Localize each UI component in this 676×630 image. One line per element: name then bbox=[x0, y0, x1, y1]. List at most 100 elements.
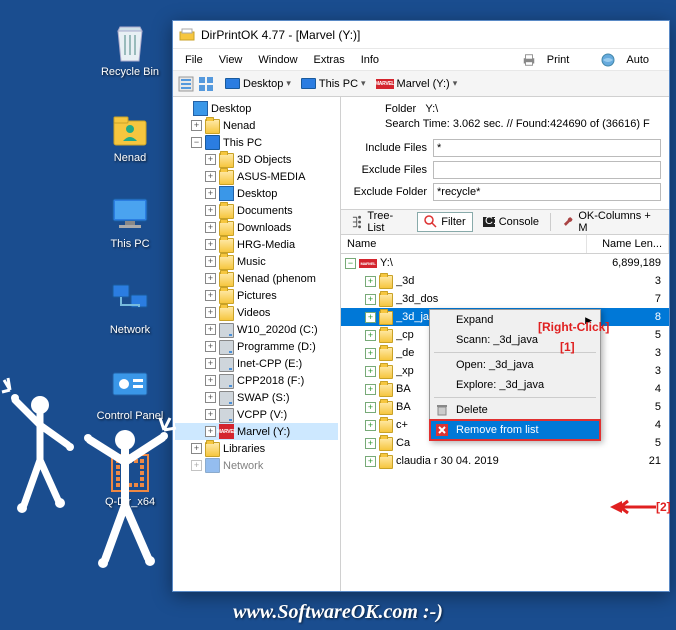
expand-icon[interactable]: + bbox=[205, 341, 216, 352]
toolbar-button-1[interactable] bbox=[177, 75, 195, 93]
expand-icon[interactable]: + bbox=[205, 426, 216, 437]
tree-node[interactable]: +ASUS-MEDIA bbox=[175, 168, 338, 185]
desktop-icon bbox=[225, 78, 240, 89]
breadcrumb-desktop[interactable]: Desktop▾ bbox=[221, 77, 295, 91]
list-row[interactable]: +_3d_dos7 bbox=[341, 290, 669, 308]
breadcrumb-thispc[interactable]: This PC▾ bbox=[297, 77, 370, 91]
expand-icon[interactable]: + bbox=[365, 294, 376, 305]
expand-icon[interactable]: + bbox=[191, 120, 202, 131]
expand-icon[interactable]: + bbox=[365, 312, 376, 323]
tree-node-libraries[interactable]: +Libraries bbox=[175, 440, 338, 457]
menu-print[interactable]: Print bbox=[514, 50, 586, 70]
toolbar: Desktop▾ This PC▾ MARVELMarvel (Y:)▾ bbox=[173, 71, 669, 97]
expand-icon[interactable]: + bbox=[365, 384, 376, 395]
expand-icon[interactable]: + bbox=[205, 222, 216, 233]
tree-node[interactable]: +3D Objects bbox=[175, 151, 338, 168]
collapse-icon[interactable]: − bbox=[345, 258, 356, 269]
expand-icon[interactable]: + bbox=[365, 348, 376, 359]
tree-node[interactable]: +Pictures bbox=[175, 287, 338, 304]
network-icon bbox=[109, 280, 151, 322]
tree-node[interactable]: +Desktop bbox=[175, 185, 338, 202]
expand-icon[interactable]: + bbox=[205, 188, 216, 199]
menu-extras[interactable]: Extras bbox=[306, 52, 353, 68]
include-input[interactable] bbox=[433, 139, 661, 157]
ctx-remove-from-list[interactable]: Remove from list bbox=[430, 420, 600, 440]
tree-node[interactable]: +Music bbox=[175, 253, 338, 270]
list-row[interactable]: +claudia r 30 04. 201921 bbox=[341, 452, 669, 470]
tab-filter[interactable]: Filter bbox=[417, 212, 472, 232]
expand-icon[interactable]: + bbox=[205, 358, 216, 369]
tab-ok-columns[interactable]: OK-Columns + M bbox=[555, 207, 666, 237]
expand-icon[interactable]: + bbox=[191, 460, 202, 471]
expand-icon[interactable]: + bbox=[365, 402, 376, 413]
toolbar-button-2[interactable] bbox=[197, 75, 215, 93]
ctx-expand[interactable]: Expand▶ bbox=[430, 310, 600, 330]
expand-icon[interactable]: + bbox=[205, 307, 216, 318]
collapse-icon[interactable]: − bbox=[191, 137, 202, 148]
expand-icon[interactable]: + bbox=[205, 273, 216, 284]
ctx-delete[interactable]: Delete bbox=[430, 400, 600, 420]
menu-file[interactable]: File bbox=[177, 52, 211, 68]
column-name-len[interactable]: Name Len... bbox=[587, 235, 669, 253]
exclude-input[interactable] bbox=[433, 161, 661, 179]
folder-tree[interactable]: Desktop +Nenad −This PC +3D Objects +ASU… bbox=[173, 97, 341, 591]
tree-node[interactable]: +HRG-Media bbox=[175, 236, 338, 253]
expand-icon[interactable]: + bbox=[205, 256, 216, 267]
tab-tree-list[interactable]: Tree-List bbox=[344, 207, 415, 237]
tree-node[interactable]: +SWAP (S:) bbox=[175, 389, 338, 406]
exclude-folder-input[interactable] bbox=[433, 183, 661, 201]
tree-node-desktop[interactable]: Desktop bbox=[175, 100, 338, 117]
network-icon bbox=[205, 458, 220, 473]
filter-icon bbox=[424, 215, 438, 229]
column-name[interactable]: Name bbox=[341, 235, 587, 253]
ctx-open[interactable]: Open: _3d_java bbox=[430, 355, 600, 375]
desktop-icon-network[interactable]: Network bbox=[94, 280, 166, 336]
icon-label: Recycle Bin bbox=[94, 66, 166, 78]
tree-node-thispc[interactable]: −This PC bbox=[175, 134, 338, 151]
list-row[interactable]: +_3d3 bbox=[341, 272, 669, 290]
expand-icon[interactable]: + bbox=[365, 366, 376, 377]
expand-icon[interactable]: + bbox=[205, 239, 216, 250]
desktop-icon-user[interactable]: Nenad bbox=[94, 108, 166, 164]
breadcrumb-marvel[interactable]: MARVELMarvel (Y:)▾ bbox=[372, 77, 462, 91]
ctx-scan[interactable]: Scann: _3d_java bbox=[430, 330, 600, 350]
expand-icon[interactable]: + bbox=[205, 171, 216, 182]
tree-node-user[interactable]: +Nenad bbox=[175, 117, 338, 134]
expand-icon[interactable]: + bbox=[191, 443, 202, 454]
menu-view[interactable]: View bbox=[211, 52, 251, 68]
expand-icon[interactable]: + bbox=[365, 330, 376, 341]
desktop-icon-this-pc[interactable]: This PC bbox=[94, 194, 166, 250]
expand-icon[interactable]: + bbox=[205, 324, 216, 335]
tree-node[interactable]: +Inet-CPP (E:) bbox=[175, 355, 338, 372]
folder-icon bbox=[379, 401, 393, 415]
tree-node[interactable]: +Documents bbox=[175, 202, 338, 219]
tab-console[interactable]: C:\Console bbox=[475, 212, 546, 232]
expand-icon[interactable]: + bbox=[365, 456, 376, 467]
tree-node-selected[interactable]: +MARVELMarvel (Y:) bbox=[175, 423, 338, 440]
menu-auto[interactable]: Auto bbox=[593, 50, 665, 70]
drive-icon bbox=[219, 408, 234, 423]
desktop-icon-recycle-bin[interactable]: Recycle Bin bbox=[94, 22, 166, 78]
expand-icon[interactable]: + bbox=[205, 392, 216, 403]
tree-node[interactable]: +W10_2020d (C:) bbox=[175, 321, 338, 338]
menu-info[interactable]: Info bbox=[353, 52, 387, 68]
tree-node[interactable]: +Videos bbox=[175, 304, 338, 321]
expand-icon[interactable]: + bbox=[205, 205, 216, 216]
expand-icon[interactable]: + bbox=[205, 409, 216, 420]
tree-node[interactable]: +VCPP (V:) bbox=[175, 406, 338, 423]
expand-icon[interactable]: + bbox=[205, 290, 216, 301]
expand-icon[interactable]: + bbox=[365, 420, 376, 431]
list-row-root[interactable]: − MARVEL Y:\ 6,899,189 bbox=[341, 254, 669, 272]
titlebar[interactable]: DirPrintOK 4.77 - [Marvel (Y:)] bbox=[173, 21, 669, 49]
ctx-explore[interactable]: Explore: _3d_java bbox=[430, 375, 600, 395]
menu-window[interactable]: Window bbox=[250, 52, 305, 68]
tree-node-network[interactable]: +Network bbox=[175, 457, 338, 474]
tree-node[interactable]: +Programme (D:) bbox=[175, 338, 338, 355]
tree-node[interactable]: +CPP2018 (F:) bbox=[175, 372, 338, 389]
tree-node[interactable]: +Downloads bbox=[175, 219, 338, 236]
expand-icon[interactable]: + bbox=[205, 375, 216, 386]
expand-icon[interactable]: + bbox=[205, 154, 216, 165]
tree-node[interactable]: +Nenad (phenom bbox=[175, 270, 338, 287]
expand-icon[interactable]: + bbox=[365, 438, 376, 449]
expand-icon[interactable]: + bbox=[365, 276, 376, 287]
